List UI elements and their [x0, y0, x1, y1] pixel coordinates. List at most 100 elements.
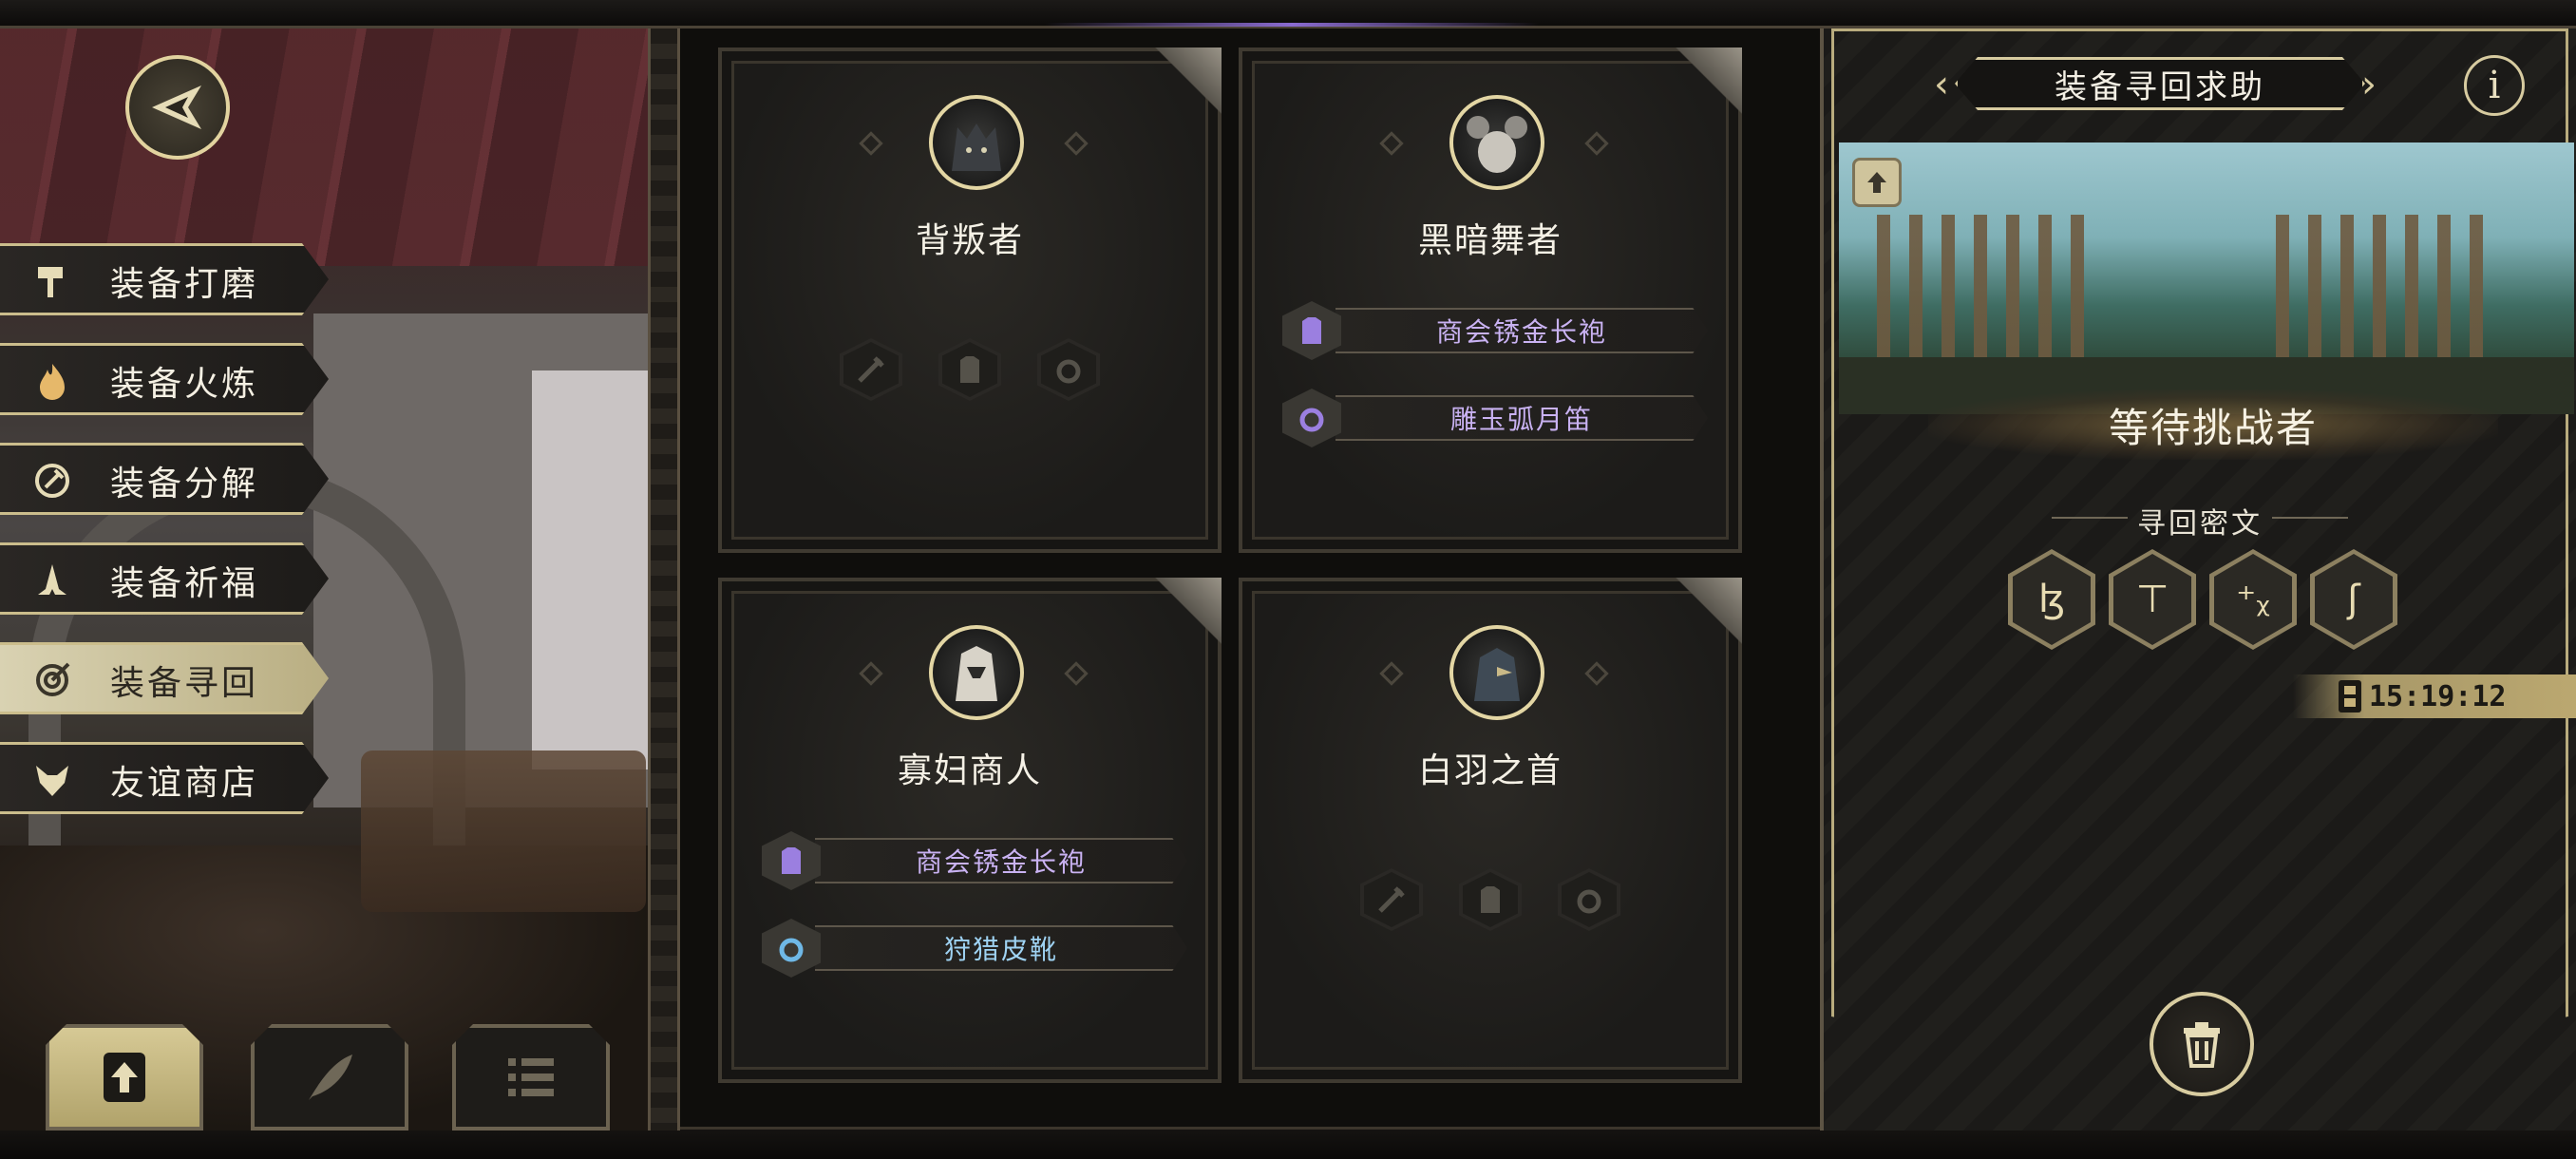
rune-glyph[interactable]: ɮ — [2008, 549, 2095, 650]
menu-item-label: 友谊商店 — [110, 763, 259, 803]
armor-icon — [762, 831, 821, 890]
ring-icon — [1282, 389, 1341, 447]
bird-portrait — [929, 625, 1024, 720]
loot-item-label: 雕玉弧月笛 — [1335, 395, 1708, 441]
rune-glyph[interactable]: ⁺ᵪ — [2209, 549, 2297, 650]
card-corner — [1660, 578, 1742, 659]
loot-item[interactable]: 狩猎皮靴 — [762, 919, 1187, 978]
timer-text: 15:19:12 — [2369, 679, 2507, 713]
boss-card-widow-merchant[interactable]: 寡妇商人 商会锈金长袍 狩猎皮靴 — [718, 578, 1222, 1083]
divider — [2272, 517, 2348, 519]
loot-item-label: 商会锈金长袍 — [1335, 308, 1708, 353]
trash-icon — [2184, 1022, 2220, 1068]
rune-glyph[interactable]: ⊤ — [2109, 549, 2196, 650]
empty-loot-slots — [1242, 868, 1738, 931]
dismantle-icon — [30, 459, 74, 503]
loot-item[interactable]: 商会锈金长袍 — [762, 831, 1187, 890]
loot-item[interactable]: 商会锈金长袍 — [1282, 301, 1708, 360]
title-ornament-right: › — [2361, 63, 2377, 106]
menu-item-retrieve[interactable]: 装备寻回 — [0, 642, 329, 714]
card-name: 寡妇商人 — [897, 751, 1042, 790]
flame-icon — [30, 359, 74, 403]
rune-glyph[interactable]: ʃ — [2310, 549, 2397, 650]
doorway — [532, 370, 655, 770]
roof — [0, 28, 655, 266]
card-ornament — [859, 661, 883, 686]
wolf-portrait — [929, 95, 1024, 190]
card-ornament — [1584, 131, 1609, 156]
card-name: 背叛者 — [915, 221, 1024, 260]
sword-slot-icon — [1360, 868, 1423, 931]
menu-item-friendship-shop[interactable]: 友谊商店 — [0, 742, 329, 814]
ring-slot-icon — [1037, 338, 1100, 401]
countdown-timer: 15:19:12 — [2293, 674, 2576, 718]
boss-card-dark-dancer[interactable]: 黑暗舞者 商会锈金长袍 雕玉弧月笛 — [1239, 48, 1742, 553]
card-corner — [1140, 578, 1222, 659]
menu-item-label: 装备分解 — [110, 464, 259, 504]
card-name: 黑暗舞者 — [1417, 221, 1563, 260]
upload-icon — [1867, 172, 1886, 193]
delete-button[interactable] — [2150, 992, 2254, 1096]
side-menu: 装备打磨 装备火炼 装备分解 装备祈福 装备寻回 友谊商店 — [0, 243, 332, 842]
fence — [2276, 215, 2494, 376]
card-name: 白羽之首 — [1417, 751, 1563, 790]
ring-slot-icon — [1558, 868, 1620, 931]
menu-item-label: 装备火炼 — [110, 364, 259, 404]
feather-icon — [309, 1054, 352, 1100]
upload-tool-button[interactable] — [46, 1024, 203, 1130]
menu-item-label: 装备祈福 — [110, 563, 259, 603]
stage-preview-image — [1839, 142, 2574, 414]
feather-tool-button[interactable] — [251, 1024, 408, 1130]
armor-icon — [1282, 301, 1341, 360]
title-ornament-left: ‹ — [1934, 63, 1949, 106]
pray-icon — [30, 559, 74, 602]
menu-item-dismantle[interactable]: 装备分解 — [0, 443, 329, 515]
top-trim — [0, 0, 2576, 28]
menu-item-label: 装备寻回 — [110, 663, 259, 703]
cipher-label: 寻回密文 — [2137, 507, 2263, 541]
loot-item-label: 狩猎皮靴 — [815, 925, 1187, 971]
left-divider — [648, 28, 680, 1130]
bottom-trim — [0, 1127, 2576, 1159]
list-tool-button[interactable] — [452, 1024, 610, 1130]
info-icon[interactable]: i — [2464, 55, 2525, 116]
menu-item-label: 装备打磨 — [110, 264, 259, 304]
card-ornament — [859, 131, 883, 156]
menu-item-bless[interactable]: 装备祈福 — [0, 542, 329, 615]
panel-title: 装备寻回求助 — [1955, 57, 2365, 110]
card-corner — [1660, 48, 1742, 129]
loot-item[interactable]: 雕玉弧月笛 — [1282, 389, 1708, 447]
card-ornament — [1584, 661, 1609, 686]
target-icon — [30, 658, 74, 702]
share-button[interactable] — [1852, 158, 1902, 207]
upload-icon — [104, 1053, 145, 1102]
mouse-portrait — [1449, 95, 1544, 190]
ring-icon — [762, 919, 821, 978]
empty-loot-slots — [722, 338, 1218, 401]
back-button[interactable] — [125, 55, 230, 160]
sword-slot-icon — [840, 338, 902, 401]
armor-slot-icon — [1459, 868, 1522, 931]
card-ornament — [1064, 131, 1089, 156]
raven-portrait — [1449, 625, 1544, 720]
crates — [361, 750, 646, 912]
retrieval-help-panel: ‹ 装备寻回求助 › i 等待挑战者 寻回密文 ɮ ⊤ ⁺ᵪ ʃ 15:19:1… — [1820, 28, 2576, 1130]
card-ornament — [1379, 661, 1404, 686]
boss-card-white-feather-chief[interactable]: 白羽之首 — [1239, 578, 1742, 1083]
fox-icon — [30, 758, 74, 802]
boss-card-betrayer[interactable]: 背叛者 — [718, 48, 1222, 553]
menu-item-polish[interactable]: 装备打磨 — [0, 243, 329, 315]
back-arrow-icon — [152, 86, 201, 129]
menu-item-refine[interactable]: 装备火炼 — [0, 343, 329, 415]
loot-item-label: 商会锈金长袍 — [815, 838, 1187, 884]
card-ornament — [1379, 131, 1404, 156]
armor-slot-icon — [938, 338, 1001, 401]
hammer-icon — [30, 259, 74, 303]
card-ornament — [1064, 661, 1089, 686]
card-corner — [1140, 48, 1222, 129]
hourglass-icon — [2339, 680, 2361, 712]
status-banner: 等待挑战者 — [1928, 390, 2498, 460]
list-icon — [508, 1058, 554, 1096]
fence — [1877, 215, 2095, 376]
cipher-runes: ɮ ⊤ ⁺ᵪ ʃ — [2008, 549, 2397, 650]
